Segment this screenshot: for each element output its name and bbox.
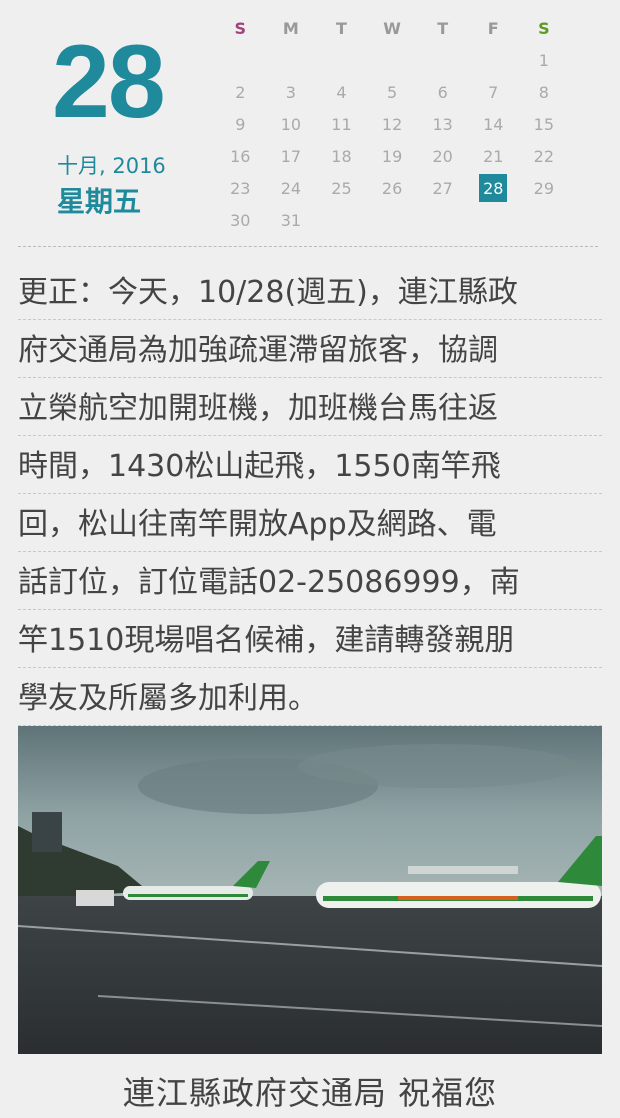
calendar-week-row: 23 24 25 26 27 28 29 [215,172,570,204]
calendar-empty-cell [266,44,317,76]
calendar-empty-cell [519,204,570,236]
weekday-label: 星期五 [57,185,142,218]
weekday-sun: S [234,18,247,38]
date-header: 28 十月, 2016 星期五 [0,0,200,240]
calendar-day[interactable]: 16 [215,140,266,172]
calendar-day[interactable]: 28 [468,172,519,204]
calendar-empty-cell [468,44,519,76]
calendar-day[interactable]: 7 [468,76,519,108]
calendar-empty-cell [316,204,367,236]
calendar-day[interactable]: 23 [215,172,266,204]
calendar-week-row: 9 10 11 12 13 14 15 [215,108,570,140]
weekday-mon: M [282,18,299,38]
calendar-empty-cell [367,204,418,236]
airport-photo-image [18,726,602,1054]
ground-vehicle [76,890,114,906]
calendar-days: 1 2 3 4 5 6 7 8 9 10 11 12 13 14 15 16 17 18 19 20 21 22 23 24 2… [215,44,570,236]
calendar-empty-cell [367,44,418,76]
calendar-day[interactable]: 9 [215,108,266,140]
calendar-empty-cell [417,44,468,76]
calendar-day[interactable]: 22 [519,140,570,172]
calendar-day[interactable]: 19 [367,140,418,172]
calendar-day[interactable]: 17 [266,140,317,172]
calendar-day[interactable]: 18 [316,140,367,172]
calendar-day[interactable]: 6 [417,76,468,108]
calendar-day[interactable]: 25 [316,172,367,204]
calendar-day[interactable]: 31 [266,204,317,236]
notice-line: 時間，1430松山起飛，1550南竿飛 [18,436,602,494]
airport-photo [18,726,602,1054]
calendar-empty-cell [215,44,266,76]
calendar-day[interactable]: 29 [519,172,570,204]
month-year: 十月, 2016 [57,154,166,178]
calendar-day[interactable]: 5 [367,76,418,108]
calendar-day[interactable]: 15 [519,108,570,140]
footer-greeting: 連江縣政府交通局 祝福您 [122,1074,498,1112]
calendar-week-row: 1 [215,44,570,76]
calendar-day[interactable]: 2 [215,76,266,108]
weekday-fri: F [487,18,499,38]
calendar-day[interactable]: 26 [367,172,418,204]
day-number: 28 [52,24,166,140]
calendar-day[interactable]: 8 [519,76,570,108]
calendar-day[interactable]: 14 [468,108,519,140]
control-tower [32,812,62,852]
notice-text: 更正：今天，10/28(週五)，連江縣政 府交通局為加強疏運滯留旅客，協調 立榮… [18,262,602,726]
calendar-day[interactable]: 10 [266,108,317,140]
calendar-day[interactable]: 1 [519,44,570,76]
calendar-weekday-header: S M T W T F S [215,12,570,44]
calendar-week-row: 30 31 [215,204,570,236]
notice-line: 竿1510現場唱名候補，建請轉發親朋 [18,610,602,668]
calendar-week-row: 16 17 18 19 20 21 22 [215,140,570,172]
calendar-empty-cell [417,204,468,236]
weekday-sat: S [538,18,550,38]
tarmac [18,896,602,1054]
weekday-thu: T [437,18,449,38]
notice-line: 學友及所屬多加利用。 [18,668,602,726]
notice-line: 更正：今天，10/28(週五)，連江縣政 [18,262,602,320]
calendar-day[interactable]: 27 [417,172,468,204]
weekday-tue: T [336,18,347,38]
notice-line: 立榮航空加開班機，加班機台馬往返 [18,378,602,436]
calendar-week-row: 2345678 [215,76,570,108]
calendar-day[interactable]: 24 [266,172,317,204]
calendar-empty-cell [316,44,367,76]
notice-line: 府交通局為加強疏運滯留旅客，協調 [18,320,602,378]
notice-line: 回，松山往南竿開放App及網路、電 [18,494,602,552]
calendar-day[interactable]: 13 [417,108,468,140]
notice-line: 話訂位，訂位電話02-25086999，南 [18,552,602,610]
calendar-day[interactable]: 11 [316,108,367,140]
calendar-day[interactable]: 12 [367,108,418,140]
calendar-day[interactable]: 20 [417,140,468,172]
calendar-day-selected[interactable]: 28 [479,174,508,202]
section-divider [18,246,598,248]
cloud [298,744,578,788]
calendar-day[interactable]: 4 [316,76,367,108]
calendar-empty-cell [468,204,519,236]
calendar-day[interactable]: 3 [266,76,317,108]
calendar-day[interactable]: 30 [215,204,266,236]
weekday-wed: W [383,18,401,38]
calendar-day[interactable]: 21 [468,140,519,172]
month-calendar: S M T W T F S 1 2 3 4 5 6 7 8 9 10 11 12 13 14 15 16 17 1… [215,12,570,236]
